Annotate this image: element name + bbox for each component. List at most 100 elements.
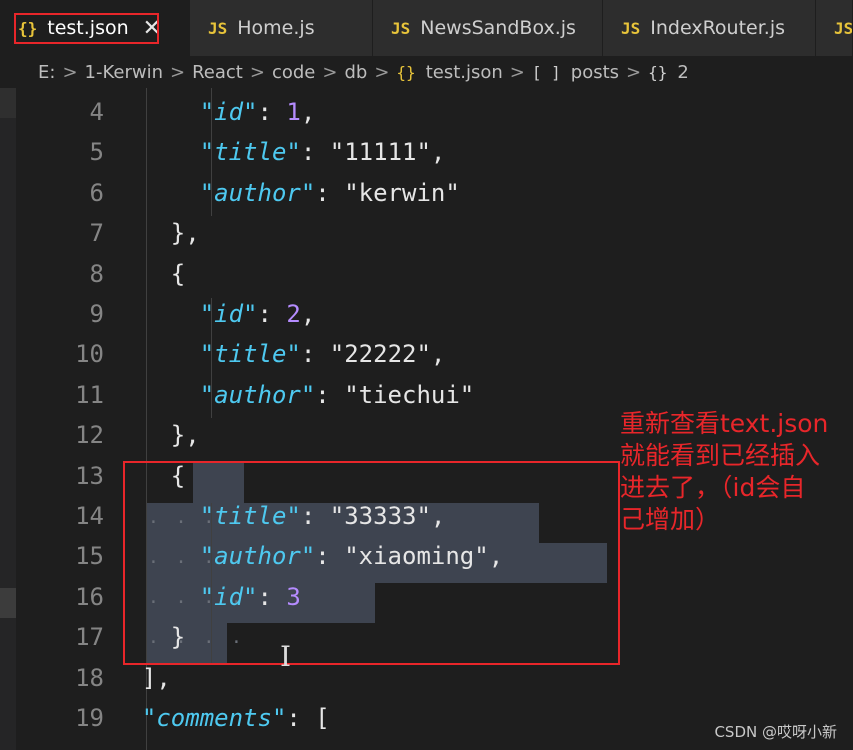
js-file-icon: JS	[391, 18, 411, 38]
json-key: "id"	[199, 98, 258, 126]
json-punctuation	[113, 138, 200, 166]
code-line[interactable]: "id": 2,	[113, 300, 316, 328]
json-punctuation	[113, 98, 200, 126]
annotation-line: 就能看到已经插入	[620, 441, 821, 470]
code-line[interactable]: {	[113, 260, 185, 288]
js-file-icon: JS	[208, 18, 228, 38]
tab-label: NewsSandBox.js	[420, 17, 576, 39]
inserted-block-highlight-box	[123, 461, 620, 665]
json-punctuation: :	[257, 300, 287, 328]
code-line[interactable]: },	[113, 219, 200, 247]
json-string: "22222"	[329, 340, 431, 369]
breadcrumb-code[interactable]: code	[272, 62, 315, 83]
json-punctuation	[113, 704, 142, 732]
json-punctuation: ,	[300, 98, 316, 126]
json-punctuation: },	[113, 219, 200, 248]
line-number: 17	[75, 623, 104, 652]
strip-shade	[0, 88, 16, 118]
chevron-right-icon: >	[509, 61, 525, 83]
breadcrumb-posts[interactable]: posts	[571, 62, 619, 83]
json-punctuation: : [	[286, 704, 330, 732]
line-number: 10	[75, 340, 104, 369]
chevron-right-icon: >	[170, 61, 186, 83]
code-line[interactable]: "title": "22222",	[113, 340, 446, 369]
line-number: 9	[89, 300, 104, 328]
code-line[interactable]: "author": "kerwin"	[113, 179, 460, 207]
json-punctuation	[113, 300, 200, 328]
breadcrumb: E: > 1-Kerwin > React > code > db > {} t…	[0, 56, 853, 88]
object-icon: {}	[648, 62, 668, 82]
tab-indexrouter-js[interactable]: JS IndexRouter.js	[603, 0, 816, 56]
code-line[interactable]: "title": "11111",	[113, 138, 446, 167]
chevron-right-icon: >	[249, 61, 265, 83]
annotation-line: 己增加）	[620, 505, 721, 534]
json-punctuation: {	[113, 259, 186, 288]
breadcrumb-index[interactable]: 2	[677, 62, 688, 83]
left-strip	[0, 88, 16, 750]
js-file-icon: JS	[834, 18, 853, 38]
line-number: 19	[75, 704, 104, 732]
tab-home-js[interactable]: JS Home.js	[190, 0, 373, 56]
line-number: 14	[75, 502, 104, 530]
json-punctuation: ,	[430, 340, 446, 369]
json-punctuation	[113, 340, 200, 368]
json-number: 1	[286, 98, 301, 126]
json-number: 2	[286, 300, 301, 328]
annotation-line: 重新查看text.json	[620, 409, 829, 438]
line-number: 5	[89, 138, 104, 167]
json-punctuation	[113, 381, 200, 409]
chevron-right-icon: >	[374, 61, 390, 83]
json-string: "kerwin"	[344, 178, 460, 207]
line-number: 12	[75, 421, 104, 450]
json-punctuation: :	[300, 138, 330, 167]
json-punctuation	[113, 179, 200, 207]
code-line[interactable]: ],	[113, 664, 171, 692]
json-punctuation: },	[113, 421, 200, 450]
scroll-marker[interactable]	[0, 588, 16, 618]
line-number: 7	[89, 219, 104, 248]
js-file-icon: JS	[621, 18, 641, 38]
json-key: "author"	[199, 380, 316, 409]
json-punctuation: ,	[300, 300, 316, 328]
json-punctuation: :	[315, 380, 345, 409]
breadcrumb-react[interactable]: React	[192, 62, 243, 83]
chevron-right-icon: >	[62, 61, 78, 83]
code-line[interactable]: "comments": [	[113, 704, 330, 732]
chevron-right-icon: >	[626, 61, 642, 83]
chevron-right-icon: >	[322, 61, 338, 83]
breadcrumb-file[interactable]: test.json	[426, 62, 503, 83]
line-number: 4	[89, 98, 104, 126]
json-punctuation: ],	[113, 663, 171, 692]
breadcrumb-1-kerwin[interactable]: 1-Kerwin	[85, 62, 163, 83]
json-key: "comments"	[141, 704, 287, 732]
breadcrumb-drive[interactable]: E:	[38, 62, 55, 83]
annotation-text: 重新查看text.json 就能看到已经插入 进去了，（id会自 己增加）	[620, 408, 828, 536]
array-icon: [ ]	[531, 62, 561, 82]
json-punctuation: :	[257, 98, 287, 126]
json-string: "tiechui"	[344, 380, 475, 409]
line-number: 18	[75, 663, 104, 692]
code-line[interactable]: "author": "tiechui"	[113, 380, 475, 409]
json-key: "author"	[199, 178, 316, 207]
tab-label: Home.js	[237, 17, 315, 39]
json-punctuation: ,	[430, 138, 446, 167]
line-number: 11	[75, 380, 104, 409]
tab-newssandbox-js[interactable]: JS NewsSandBox.js	[373, 0, 603, 56]
code-line[interactable]: },	[113, 421, 200, 449]
tab-highlight-box	[14, 13, 159, 44]
line-number: 6	[89, 178, 104, 207]
code-line[interactable]: "id": 1,	[113, 98, 316, 126]
json-punctuation: :	[300, 340, 330, 369]
tab-overflow-js[interactable]: JS	[816, 0, 853, 56]
line-number: 8	[89, 259, 104, 288]
line-number: 13	[75, 461, 104, 490]
watermark: CSDN @哎呀小新	[714, 723, 837, 741]
line-number: 15	[75, 542, 104, 571]
line-number: 16	[75, 582, 104, 611]
code-editor[interactable]: · · · · · · · · · · · · · · · · 4 "id": …	[16, 88, 853, 750]
tab-label: IndexRouter.js	[650, 17, 786, 39]
editor-tab-bar: {} test.json ✕ JS Home.js JS NewsSandBox…	[0, 0, 853, 56]
json-file-icon: {}	[396, 62, 416, 82]
text-cursor-icon: I	[280, 640, 292, 673]
breadcrumb-db[interactable]: db	[344, 62, 367, 83]
